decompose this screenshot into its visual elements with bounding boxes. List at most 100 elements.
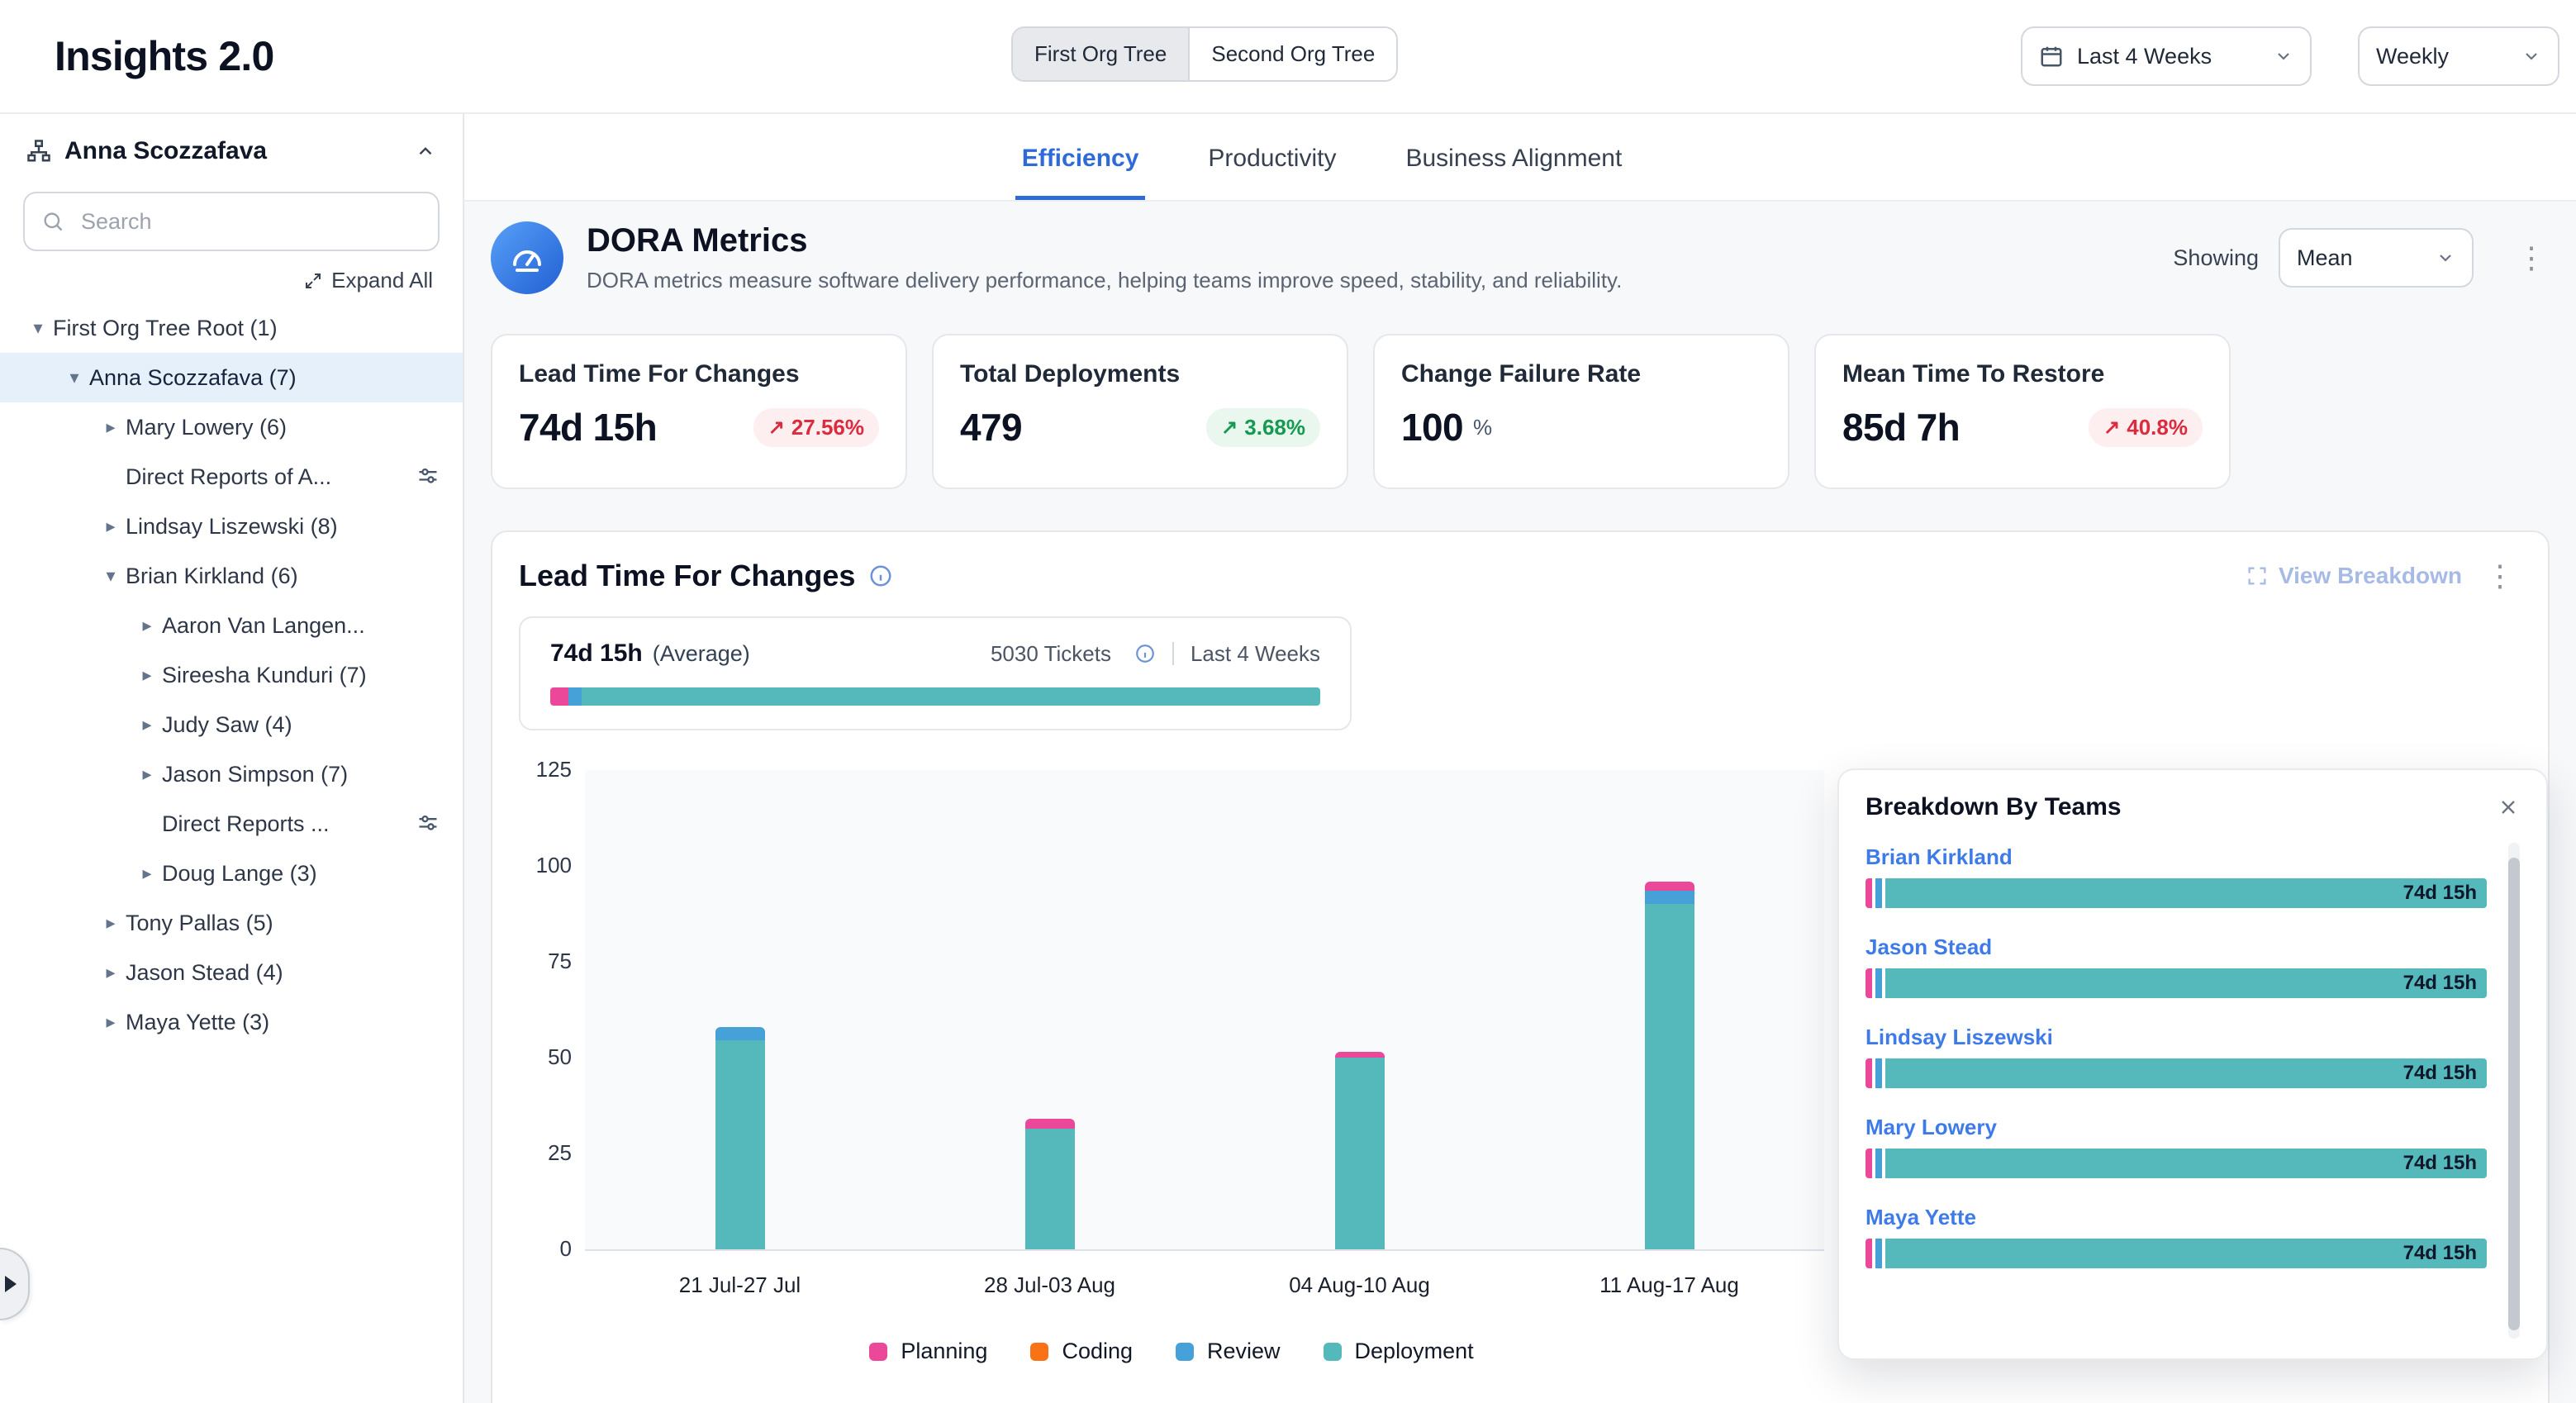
team-name-link[interactable]: Maya Yette — [1865, 1205, 2487, 1230]
team-name-link[interactable]: Mary Lowery — [1865, 1115, 2487, 1140]
chevron-right-icon — [5, 1276, 17, 1292]
granularity-select[interactable]: Weekly — [2358, 26, 2559, 86]
team-name-link[interactable]: Lindsay Liszewski — [1865, 1025, 2487, 1050]
tree-item-label: Maya Yette (3) — [126, 1010, 276, 1035]
tree-item[interactable]: ▸Sireesha Kunduri (7) — [0, 650, 463, 700]
y-axis-tick: 25 — [519, 1140, 572, 1166]
tree-item[interactable]: ▾First Org Tree Root (1) — [0, 303, 463, 353]
legend-item-deployment[interactable]: Deployment — [1324, 1339, 1474, 1364]
metric-card: Change Failure Rate100% — [1373, 334, 1789, 489]
trend-up-icon: ↗ — [2103, 416, 2120, 440]
deployment-bar-segment — [1025, 1129, 1075, 1249]
tree-item-label: Brian Kirkland (6) — [126, 564, 305, 589]
search-box — [23, 192, 440, 251]
tree-item[interactable]: ▸Maya Yette (3) — [0, 997, 463, 1047]
metric-value: 85d 7h — [1842, 405, 1960, 449]
app-title: Insights 2.0 — [55, 32, 273, 80]
breakdown-row: Lindsay Liszewski 74d 15h — [1865, 1025, 2487, 1088]
sidebar: Anna Scozzafava Expand All ▾F — [0, 114, 464, 1403]
metric-value: 479 — [960, 405, 1022, 449]
kebab-menu-icon[interactable]: ⋮ — [2510, 240, 2553, 275]
tab-efficiency[interactable]: Efficiency — [1015, 145, 1146, 200]
tree-item-label: Aaron Van Langen... — [162, 613, 372, 639]
review-segment — [568, 687, 582, 706]
review-segment — [1875, 968, 1882, 998]
chevron-down-icon — [2274, 46, 2293, 66]
info-icon[interactable] — [868, 564, 893, 588]
caret-right-icon[interactable]: ▸ — [132, 765, 162, 783]
kebab-menu-icon[interactable]: ⋮ — [2479, 559, 2521, 593]
tree-item[interactable]: ▸Lindsay Liszewski (8) — [0, 502, 463, 551]
tree-item-label: Direct Reports of A... — [126, 464, 338, 490]
caret-right-icon[interactable]: ▸ — [132, 616, 162, 635]
trend-badge: ↗40.8% — [2089, 408, 2203, 447]
breakdown-row: Brian Kirkland74d 15h — [1865, 844, 2487, 908]
tree-item[interactable]: ▸Doug Lange (3) — [0, 849, 463, 898]
second-org-tree-button[interactable]: Second Org Tree — [1190, 28, 1396, 80]
caret-right-icon[interactable]: ▸ — [96, 963, 126, 982]
tree-item[interactable]: Direct Reports ... — [0, 799, 463, 849]
date-range-value: Last 4 Weeks — [2077, 44, 2260, 69]
team-name-link[interactable]: Brian Kirkland — [1865, 844, 2487, 870]
metric-value-row: 479↗3.68% — [960, 405, 1320, 449]
caret-right-icon[interactable]: ▸ — [132, 864, 162, 882]
chart-header: Lead Time For Changes View Breakdown ⋮ — [519, 559, 2521, 593]
caret-right-icon[interactable]: ▸ — [96, 914, 126, 932]
view-breakdown-button[interactable]: View Breakdown — [2246, 563, 2462, 589]
expand-all-button[interactable]: Expand All — [303, 268, 433, 293]
legend-item-coding[interactable]: Coding — [1030, 1339, 1133, 1364]
showing-label: Showing — [2173, 245, 2259, 271]
view-breakdown-label: View Breakdown — [2279, 563, 2462, 589]
caret-right-icon[interactable]: ▸ — [96, 1013, 126, 1031]
legend-item-planning[interactable]: Planning — [869, 1339, 987, 1364]
team-name-link[interactable]: Jason Stead — [1865, 935, 2487, 960]
caret-right-icon[interactable]: ▸ — [96, 517, 126, 535]
team-lead-time-bar: 74d 15h — [1865, 1239, 2487, 1268]
x-axis-label: 04 Aug-10 Aug — [1205, 1272, 1514, 1298]
legend-item-review[interactable]: Review — [1176, 1339, 1281, 1364]
tab-business-alignment[interactable]: Business Alignment — [1399, 145, 1628, 200]
planning-segment — [1865, 1058, 1872, 1088]
tree-item[interactable]: ▸Tony Pallas (5) — [0, 898, 463, 948]
tab-productivity[interactable]: Productivity — [1201, 145, 1343, 200]
planning-segment — [550, 687, 568, 706]
date-range-select[interactable]: Last 4 Weeks — [2021, 26, 2312, 86]
phase-distribution-bar — [550, 687, 1320, 706]
planning-bar-segment — [1335, 1052, 1385, 1058]
caret-right-icon[interactable]: ▸ — [96, 418, 126, 436]
tree-item[interactable]: ▾Brian Kirkland (6) — [0, 551, 463, 601]
caret-right-icon[interactable]: ▸ — [132, 666, 162, 684]
metric-unit: % — [1473, 415, 1492, 440]
caret-down-icon[interactable]: ▾ — [59, 369, 89, 387]
team-lead-time-bar: 74d 15h — [1865, 1058, 2487, 1088]
first-org-tree-button[interactable]: First Org Tree — [1013, 28, 1190, 80]
tree-item[interactable]: ▸Jason Simpson (7) — [0, 749, 463, 799]
close-icon[interactable] — [2497, 796, 2520, 819]
scrollbar-thumb[interactable] — [2508, 858, 2520, 1330]
chevron-up-icon[interactable] — [415, 140, 436, 162]
caret-right-icon[interactable]: ▸ — [132, 716, 162, 734]
caret-down-icon[interactable]: ▾ — [96, 567, 126, 585]
granularity-value: Weekly — [2376, 44, 2508, 69]
metric-card: Mean Time To Restore85d 7h↗40.8% — [1814, 334, 2231, 489]
filter-sliders-icon[interactable] — [416, 812, 440, 835]
caret-down-icon[interactable]: ▾ — [23, 319, 53, 337]
chart-column — [585, 770, 895, 1249]
legend-label: Review — [1207, 1339, 1281, 1364]
team-lead-time-value: 74d 15h — [2403, 1058, 2477, 1088]
x-axis-label: 21 Jul-27 Jul — [585, 1272, 895, 1298]
chart-legend: Planning Coding Review Deployment — [519, 1339, 1824, 1364]
tree-item[interactable]: ▸Judy Saw (4) — [0, 700, 463, 749]
tree-item[interactable]: ▸Aaron Van Langen... — [0, 601, 463, 650]
chevron-down-icon — [2521, 46, 2541, 66]
y-axis-tick: 75 — [519, 949, 572, 974]
filter-sliders-icon[interactable] — [416, 465, 440, 488]
tree-item[interactable]: ▸Jason Stead (4) — [0, 948, 463, 997]
info-icon[interactable] — [1134, 643, 1156, 664]
tree-item[interactable]: Direct Reports of A... — [0, 452, 463, 502]
tree-item[interactable]: ▸Mary Lowery (6) — [0, 402, 463, 452]
search-input[interactable] — [78, 207, 421, 236]
tree-item[interactable]: ▾Anna Scozzafava (7) — [0, 353, 463, 402]
aggregation-value: Mean — [2297, 245, 2422, 271]
aggregation-select[interactable]: Mean — [2279, 228, 2474, 288]
